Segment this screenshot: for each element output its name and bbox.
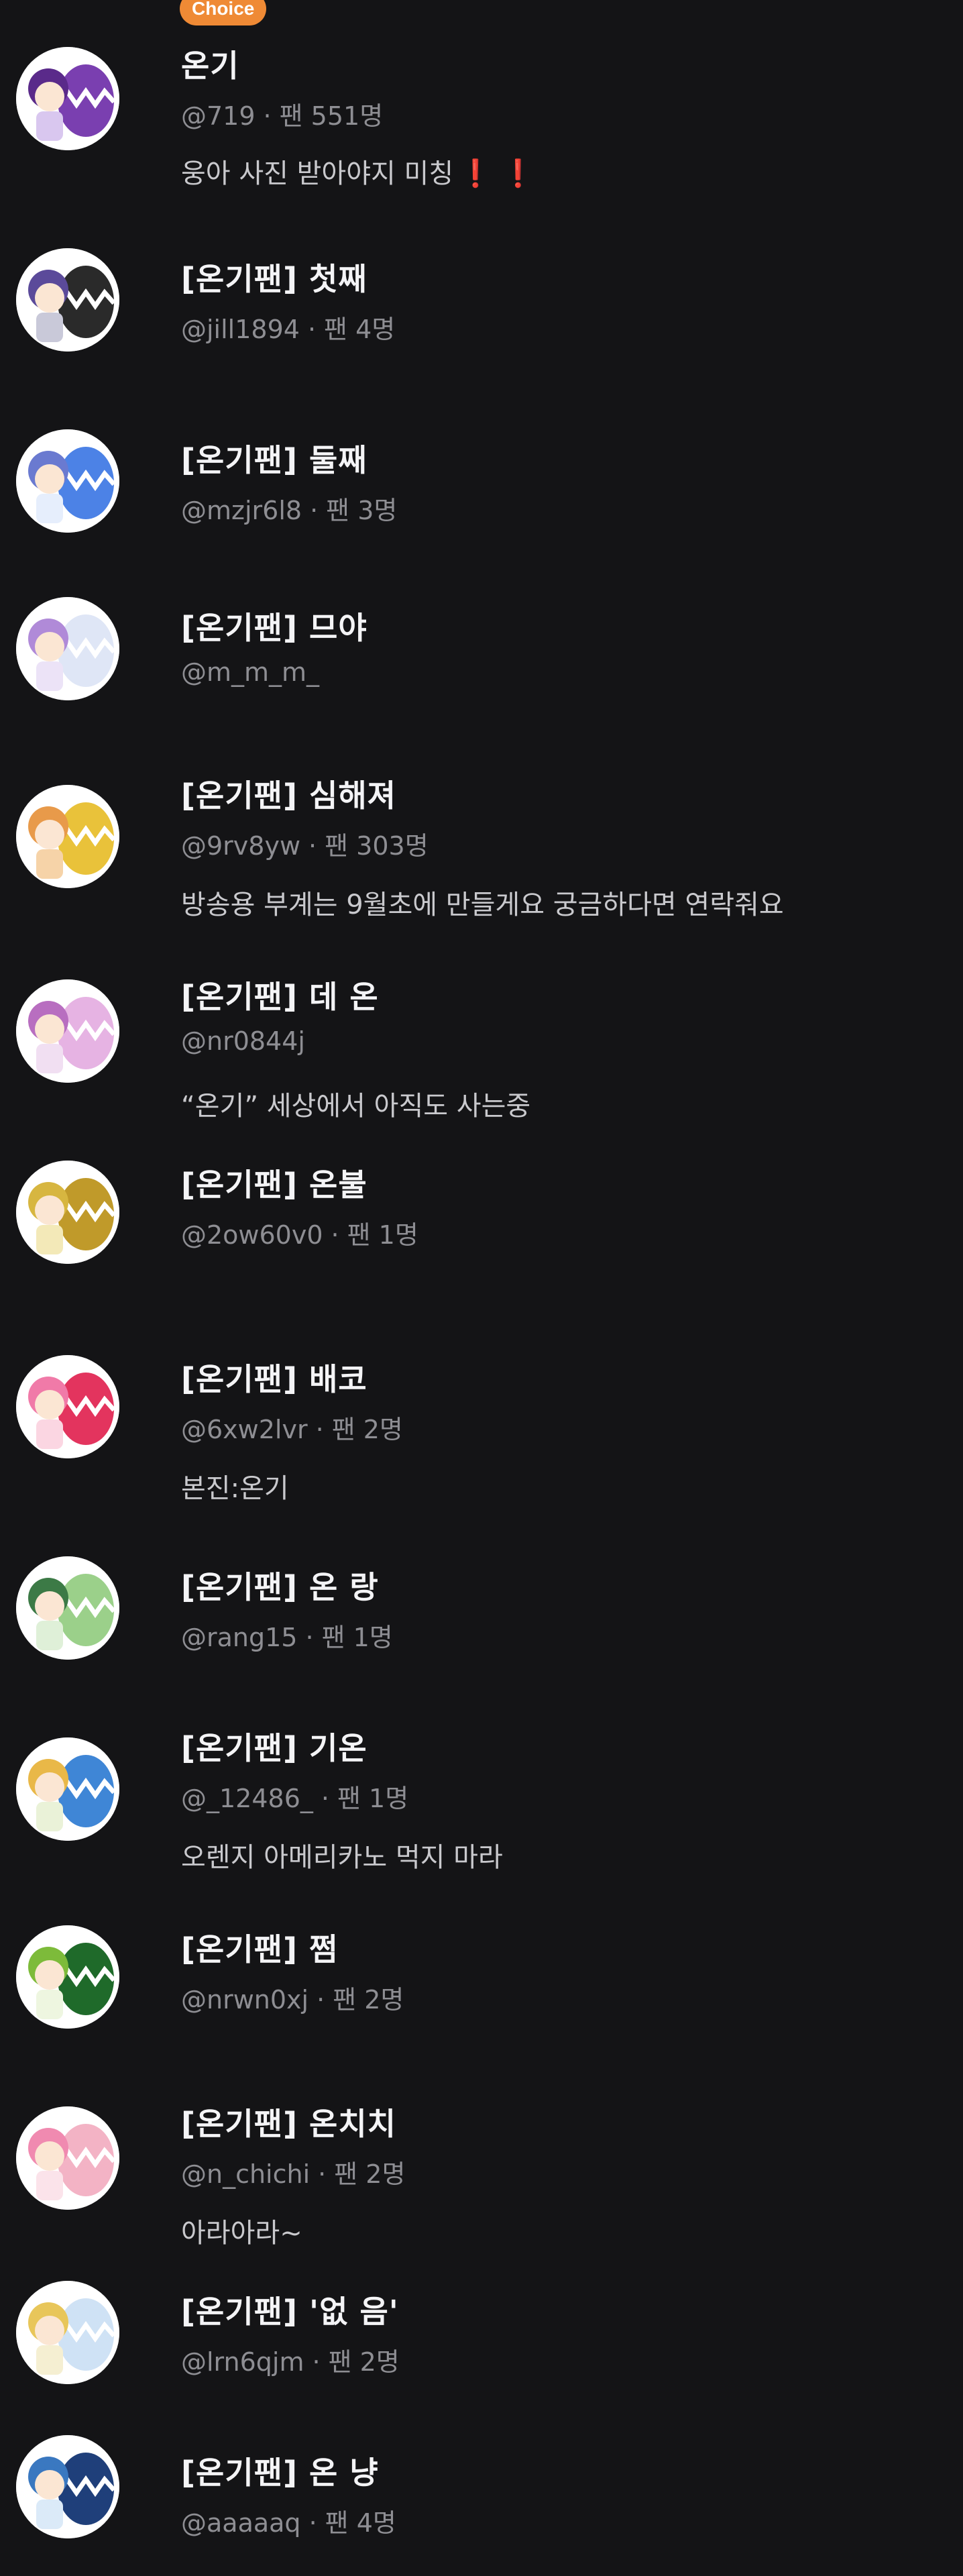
user-bio: 웅아 사진 받아야지 미칭 ❗ ❗: [181, 152, 535, 191]
user-bio-text: 본진:온기: [181, 1473, 289, 1504]
separator-dot: ·: [317, 1985, 325, 2015]
avatar[interactable]: [16, 2106, 119, 2210]
fan-count: 팬 3명: [326, 496, 398, 525]
fan-count: 팬 551명: [279, 101, 384, 131]
choice-badge: Choice: [180, 0, 267, 25]
user-handle: @_12486_: [181, 1784, 313, 1813]
user-name[interactable]: [온기팬] 쩜: [181, 1925, 338, 1970]
separator-dot: ·: [312, 2347, 321, 2377]
user-bio-text: “온기” 세상에서 아직도 사는중: [181, 1091, 531, 1122]
avatar[interactable]: [16, 1355, 119, 1458]
separator-dot: ·: [308, 831, 317, 861]
user-name[interactable]: [온기팬] 온치치: [181, 2100, 396, 2144]
user-handle: @jill1894: [181, 315, 300, 344]
fan-count: 팬 1명: [347, 1220, 418, 1250]
user-bio: 오렌지 아메리카노 먹지 마라: [181, 1835, 503, 1874]
user-bio: 본진:온기: [181, 1466, 289, 1505]
avatar[interactable]: [16, 2435, 119, 2538]
separator-dot: ·: [318, 2159, 327, 2189]
fan-count: 팬 2명: [333, 1985, 404, 2015]
fan-count: 팬 2명: [328, 2347, 400, 2377]
avatar[interactable]: [16, 429, 119, 533]
avatar[interactable]: [16, 597, 119, 700]
user-name[interactable]: [온기팬] 데 온: [181, 973, 379, 1017]
user-meta: @2ow60v0 · 팬 1명: [181, 1214, 418, 1251]
user-name[interactable]: [온기팬] 배코: [181, 1355, 367, 1399]
avatar[interactable]: [16, 47, 119, 150]
separator-dot: ·: [321, 1784, 329, 1813]
user-name[interactable]: 온기: [181, 42, 239, 86]
user-bio: 아라아라~: [181, 2211, 302, 2250]
user-handle: @aaaaaq: [181, 2508, 301, 2538]
fan-count: 팬 303명: [325, 831, 429, 861]
fan-count: 팬 2명: [331, 1415, 403, 1444]
user-meta: @nrwn0xj · 팬 2명: [181, 1979, 404, 2016]
user-bio-text: 오렌지 아메리카노 먹지 마라: [181, 1842, 503, 1873]
user-handle: @6xw2lvr: [181, 1415, 308, 1444]
fan-count: 팬 4명: [324, 315, 396, 344]
user-handle: @mzjr6l8: [181, 496, 302, 525]
separator-dot: ·: [263, 101, 272, 131]
user-bio-text: 아라아라~: [181, 2218, 302, 2249]
user-name[interactable]: [온기팬] 온불: [181, 1161, 367, 1205]
user-name[interactable]: [온기팬] 온 랑: [181, 1563, 379, 1607]
user-bio: 방송용 부계는 9월초에 만들게요 궁금하다면 연락줘요: [181, 883, 784, 922]
user-meta: @n_chichi · 팬 2명: [181, 2153, 405, 2190]
user-name[interactable]: [온기팬] 둘째: [181, 436, 367, 480]
avatar[interactable]: [16, 1925, 119, 2029]
user-meta: @lrn6qjm · 팬 2명: [181, 2341, 400, 2378]
fan-count: 팬 1명: [337, 1784, 409, 1813]
user-bio-text: 웅아 사진 받아야지 미칭: [181, 158, 454, 189]
avatar[interactable]: [16, 2281, 119, 2384]
user-meta: @719 · 팬 551명: [181, 95, 383, 132]
user-handle: @2ow60v0: [181, 1220, 323, 1250]
separator-dot: ·: [307, 315, 317, 344]
separator-dot: ·: [305, 1623, 314, 1652]
user-handle: @9rv8yw: [181, 831, 301, 861]
user-handle: @n_chichi: [181, 2159, 310, 2189]
user-handle: @rang15: [181, 1623, 298, 1652]
exclamation-icon: ❗ ❗: [459, 158, 535, 189]
user-handle: @m_m_m_: [181, 657, 320, 687]
fan-count: 팬 1명: [321, 1623, 393, 1652]
avatar[interactable]: [16, 1161, 119, 1264]
fan-count: 팬 2명: [334, 2159, 406, 2189]
user-meta: @rang15 · 팬 1명: [181, 1617, 393, 1654]
user-meta: @mzjr6l8 · 팬 3명: [181, 490, 397, 527]
user-meta: @nr0844j: [181, 1026, 305, 1056]
fan-count: 팬 4명: [325, 2508, 396, 2538]
user-name[interactable]: [온기팬] 므야: [181, 604, 367, 648]
avatar[interactable]: [16, 1737, 119, 1841]
user-handle: @nrwn0xj: [181, 1985, 309, 2015]
user-meta: @9rv8yw · 팬 303명: [181, 825, 429, 862]
user-handle: @nr0844j: [181, 1026, 305, 1056]
user-handle: @lrn6qjm: [181, 2347, 304, 2377]
separator-dot: ·: [331, 1220, 339, 1250]
user-meta: @_12486_ · 팬 1명: [181, 1778, 408, 1815]
user-meta: @jill1894 · 팬 4명: [181, 309, 395, 345]
user-name[interactable]: [온기팬] 첫째: [181, 255, 367, 299]
separator-dot: ·: [310, 496, 319, 525]
avatar[interactable]: [16, 785, 119, 888]
user-meta: @6xw2lvr · 팬 2명: [181, 1409, 403, 1446]
separator-dot: ·: [315, 1415, 324, 1444]
avatar[interactable]: [16, 979, 119, 1083]
user-meta: @m_m_m_: [181, 657, 319, 687]
avatar[interactable]: [16, 1556, 119, 1660]
user-bio: “온기” 세상에서 아직도 사는중: [181, 1084, 530, 1123]
user-handle: @719: [181, 101, 256, 131]
avatar[interactable]: [16, 248, 119, 352]
user-bio-text: 방송용 부계는 9월초에 만들게요 궁금하다면 연락줘요: [181, 890, 784, 920]
user-name[interactable]: [온기팬] 기온: [181, 1724, 367, 1768]
user-meta: @aaaaaq · 팬 4명: [181, 2502, 396, 2539]
user-name[interactable]: [온기팬] 심해져: [181, 771, 396, 816]
user-name[interactable]: [온기팬] 온 냥: [181, 2449, 379, 2493]
separator-dot: ·: [308, 2508, 317, 2538]
user-name[interactable]: [온기팬] '없 음': [181, 2288, 399, 2332]
